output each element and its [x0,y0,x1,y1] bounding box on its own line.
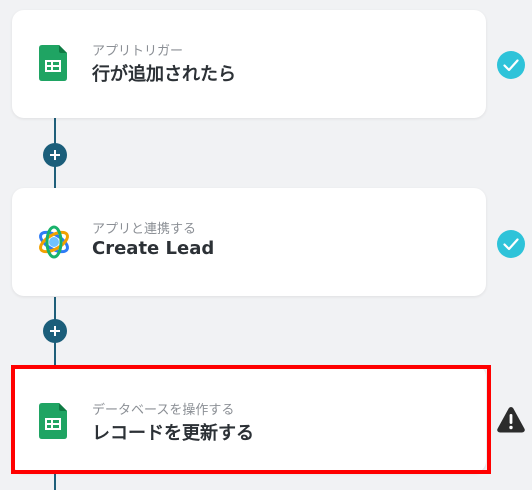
flow-step-card[interactable]: データベースを操作する レコードを更新する [12,365,486,473]
add-step-button[interactable] [43,143,67,167]
plus-icon [50,326,60,336]
flow-step-card[interactable]: アプリと連携する Create Lead [12,188,486,296]
add-step-button[interactable] [43,319,67,343]
app-logo-icon [39,225,69,259]
check-icon [497,230,525,258]
step-subtitle: アプリトリガー [92,44,184,59]
step-subtitle: アプリと連携する [92,222,197,237]
google-sheets-icon [39,403,67,439]
check-icon [497,51,525,79]
step-title: 行が追加されたら [92,64,236,85]
step-subtitle: データベースを操作する [92,403,235,418]
flow-step-card[interactable]: アプリトリガー 行が追加されたら [12,10,486,118]
step-title: Create Lead [92,238,215,259]
warning-icon [497,407,525,433]
plus-icon [50,150,60,160]
flow-canvas: アプリトリガー 行が追加されたら アプリと連携する Create Lead デー… [0,0,532,490]
step-title: レコードを更新する [92,423,254,444]
google-sheets-icon [39,45,67,81]
connector-line [54,472,56,490]
